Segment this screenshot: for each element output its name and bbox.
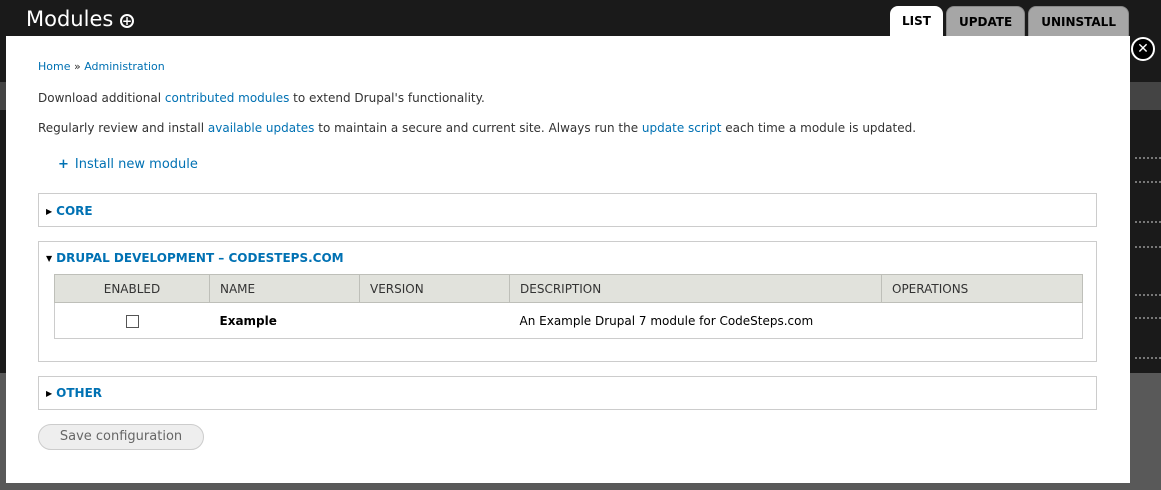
close-overlay-icon[interactable]: ✕ <box>1131 37 1155 61</box>
background-dots <box>1135 357 1161 360</box>
primary-tabs: LIST UPDATE UNINSTALL <box>890 6 1129 36</box>
plus-icon: + <box>58 157 69 172</box>
save-configuration-button[interactable]: Save configuration <box>38 424 204 450</box>
background-dots <box>1135 157 1161 160</box>
background-dots <box>1135 317 1161 320</box>
background-dots <box>1135 221 1161 224</box>
tab-uninstall[interactable]: UNINSTALL <box>1028 6 1129 36</box>
module-version <box>359 302 510 339</box>
column-enabled: ENABLED <box>54 274 210 303</box>
table-row: Example An Example Drupal 7 module for C… <box>54 302 1083 339</box>
update-script-link[interactable]: update script <box>642 121 722 135</box>
intro-text: to extend Drupal's functionality. <box>289 91 485 105</box>
triangle-down-icon: ▼ <box>46 254 53 263</box>
fieldset-drupal-development: ▼ DRUPAL DEVELOPMENT – CODESTEPS.COM ENAB… <box>38 241 1097 362</box>
contributed-modules-link[interactable]: contributed modules <box>165 91 289 105</box>
breadcrumb-separator: » <box>70 60 85 73</box>
install-new-module-label: Install new module <box>74 157 198 172</box>
install-new-module-link[interactable]: + Install new module <box>58 157 198 172</box>
tab-list[interactable]: LIST <box>890 6 943 36</box>
column-description: DESCRIPTION <box>509 274 882 303</box>
fieldset-core-toggle[interactable]: ▶ CORE <box>46 204 93 218</box>
intro-text: each time a module is updated. <box>721 121 917 135</box>
background-dots <box>1135 181 1161 184</box>
modules-table: ENABLED NAME VERSION DESCRIPTION OPERATI… <box>54 274 1083 339</box>
triangle-right-icon: ▶ <box>46 389 53 398</box>
intro-text: to maintain a secure and current site. A… <box>314 121 642 135</box>
enabled-cell <box>54 302 210 339</box>
module-operations <box>881 302 1083 339</box>
fieldset-core-label: CORE <box>56 204 93 218</box>
module-name: Example <box>209 302 360 339</box>
background-dots <box>1135 246 1161 249</box>
breadcrumb: Home » Administration <box>38 60 165 73</box>
fieldset-other-label: OTHER <box>56 386 103 400</box>
intro-text: Download additional <box>38 91 165 105</box>
available-updates-link[interactable]: available updates <box>208 121 315 135</box>
overlay-content: Home » Administration Download additiona… <box>6 36 1130 483</box>
intro-paragraph-1: Download additional contributed modules … <box>38 91 485 105</box>
triangle-right-icon: ▶ <box>46 207 53 216</box>
breadcrumb-administration[interactable]: Administration <box>84 60 165 73</box>
module-description: An Example Drupal 7 module for CodeSteps… <box>509 302 882 339</box>
enable-example-checkbox[interactable] <box>125 314 139 328</box>
fieldset-core: ▶ CORE <box>38 193 1097 227</box>
intro-text: Regularly review and install <box>38 121 208 135</box>
page-title: Modules <box>26 7 114 31</box>
tab-update[interactable]: UPDATE <box>945 6 1026 36</box>
fieldset-other: ▶ OTHER <box>38 376 1097 410</box>
fieldset-drupal-development-toggle[interactable]: ▼ DRUPAL DEVELOPMENT – CODESTEPS.COM <box>46 251 344 265</box>
column-name: NAME <box>209 274 360 303</box>
breadcrumb-home[interactable]: Home <box>38 60 70 73</box>
add-shortcut-icon[interactable]: + <box>120 14 134 28</box>
column-version: VERSION <box>359 274 510 303</box>
intro-paragraph-2: Regularly review and install available u… <box>38 121 916 135</box>
fieldset-other-toggle[interactable]: ▶ OTHER <box>46 386 102 400</box>
fieldset-drupal-development-label: DRUPAL DEVELOPMENT – CODESTEPS.COM <box>56 251 344 265</box>
column-operations: OPERATIONS <box>881 274 1083 303</box>
background-dots <box>1135 294 1161 297</box>
